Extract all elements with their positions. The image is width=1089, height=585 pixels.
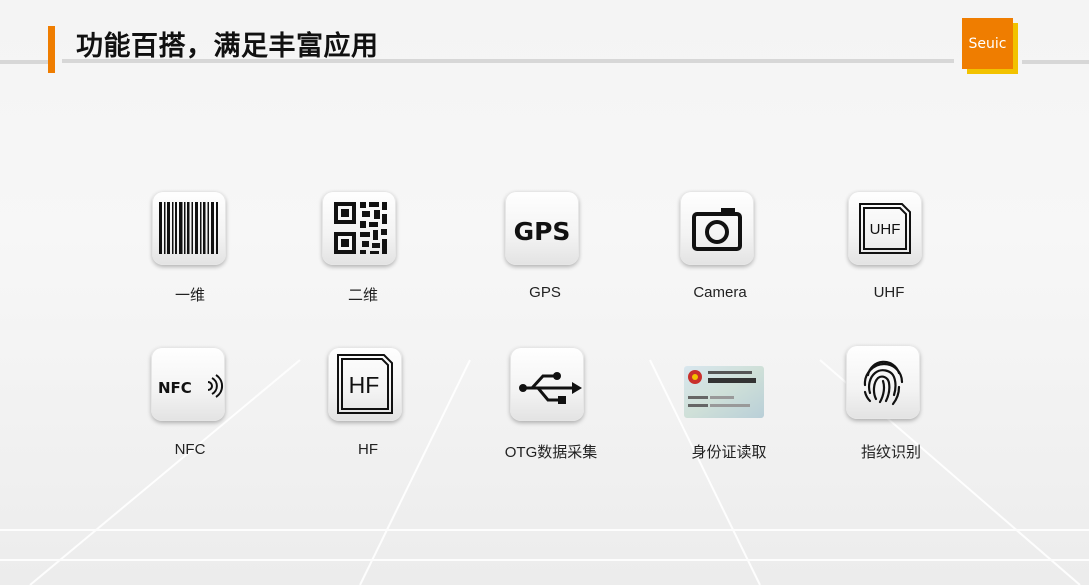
uhf-tile[interactable]: UHF: [848, 191, 922, 265]
fingerprint-icon: [863, 360, 904, 406]
feature-label-nfc: NFC: [174, 441, 206, 458]
seuic-logo: Seuic: [962, 18, 1013, 69]
uhf-tag-icon: UHF: [859, 203, 911, 254]
feature-label-hf: HF: [358, 441, 378, 458]
svg-text:UHF: UHF: [870, 221, 901, 238]
svg-text:GPS: GPS: [514, 217, 571, 246]
feature-label-uhf: UHF: [873, 284, 905, 301]
nfc-tile[interactable]: NFC: [151, 347, 225, 421]
feature-label-otg: OTG数据采集: [504, 444, 598, 461]
camera-tile[interactable]: [680, 191, 754, 265]
gps-icon: GPS: [514, 217, 571, 246]
feature-label-barcode: 一维: [174, 287, 206, 304]
title-accent-bar: [48, 26, 55, 73]
hf-tile[interactable]: HF: [328, 347, 402, 421]
barcode-tile[interactable]: [152, 191, 226, 265]
feature-label-gps: GPS: [529, 284, 561, 301]
fingerprint-tile[interactable]: [846, 345, 920, 419]
qr-code-tile[interactable]: [322, 191, 396, 265]
id-card-icon: [684, 366, 764, 418]
svg-text:NFC: NFC: [158, 379, 192, 397]
gps-tile[interactable]: GPS: [505, 191, 579, 265]
header-rule-right: [1022, 60, 1089, 64]
barcode-icon: [159, 202, 218, 254]
usb-tile[interactable]: [510, 347, 584, 421]
header-rule-left: [0, 60, 48, 64]
hf-tag-icon: HF: [337, 354, 393, 414]
feature-label-qr-code: 二维: [347, 287, 379, 304]
usb-icon: [519, 372, 582, 404]
feature-label-camera: Camera: [693, 284, 747, 301]
camera-icon: [692, 208, 742, 251]
feature-label-fingerprint: 指纹识别: [860, 444, 922, 461]
qr-code-icon: [334, 202, 387, 254]
svg-text:HF: HF: [349, 372, 380, 398]
page-title: 功能百搭，满足丰富应用: [76, 31, 379, 62]
feature-label-id-card: 身份证读取: [691, 444, 767, 461]
nfc-icon: NFC: [158, 374, 223, 398]
